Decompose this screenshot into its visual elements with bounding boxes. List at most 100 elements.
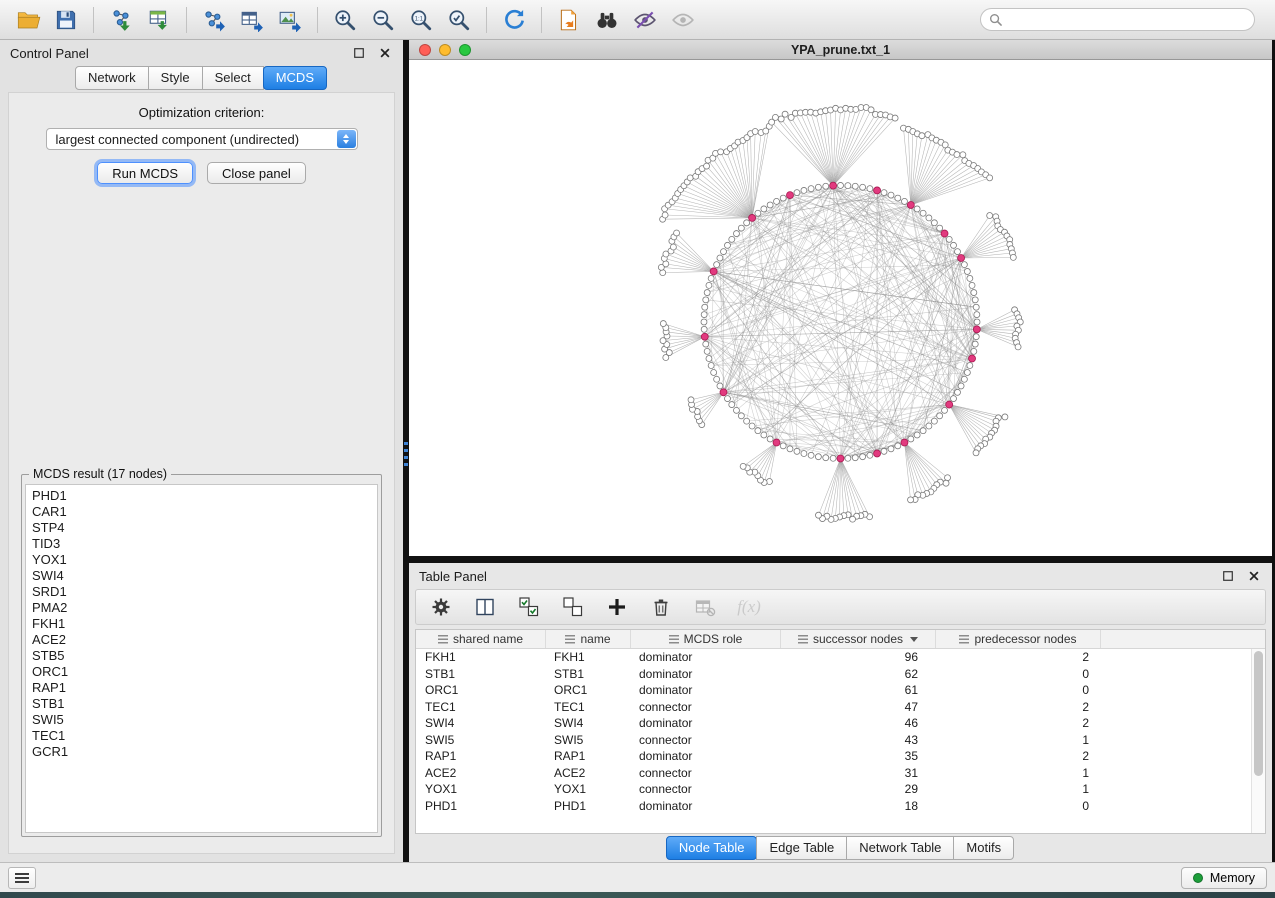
maximize-window-button[interactable] (459, 44, 471, 56)
refresh-view-button[interactable] (496, 4, 532, 36)
create-column-button[interactable] (604, 594, 630, 620)
mcds-result-item[interactable]: TID3 (32, 536, 371, 552)
zoom-out-button[interactable] (365, 4, 401, 36)
tab-network[interactable]: Network (75, 66, 149, 90)
tab-edge-table[interactable]: Edge Table (756, 836, 847, 860)
cell-successor-nodes: 47 (781, 700, 936, 714)
zoom-in-button[interactable] (327, 4, 363, 36)
mcds-result-item[interactable]: STP4 (32, 520, 371, 536)
mcds-result-item[interactable]: SWI4 (32, 568, 371, 584)
cell-successor-nodes: 62 (781, 667, 936, 681)
column-header-predecessor-nodes[interactable]: predecessor nodes (936, 630, 1101, 648)
column-header-mcds-role[interactable]: MCDS role (631, 630, 781, 648)
column-menu-arrow-icon[interactable] (910, 637, 918, 642)
column-header-shared-name[interactable]: shared name (416, 630, 546, 648)
float-panel-button[interactable] (351, 45, 367, 61)
cell-predecessor-nodes: 0 (936, 799, 1101, 813)
refresh-icon (502, 7, 527, 32)
mcds-result-item[interactable]: PHD1 (32, 488, 371, 504)
mcds-result-item[interactable]: PMA2 (32, 600, 371, 616)
horizontal-splitter[interactable] (409, 556, 1272, 563)
table-row[interactable]: TEC1TEC1connector472 (416, 699, 1251, 716)
open-file-button[interactable] (10, 4, 46, 36)
table-row[interactable]: PHD1PHD1dominator180 (416, 798, 1251, 815)
svg-text:1:1: 1:1 (415, 15, 424, 22)
cell-name: SWI4 (546, 716, 631, 730)
tab-select[interactable]: Select (202, 66, 264, 90)
zoom-fit-content-button[interactable] (441, 4, 477, 36)
save-session-button[interactable] (48, 4, 84, 36)
mcds-result-item[interactable]: CAR1 (32, 504, 371, 520)
cell-mcds-role: connector (631, 700, 781, 714)
mcds-result-item[interactable]: ORC1 (32, 664, 371, 680)
export-image-button[interactable] (272, 4, 308, 36)
table-row[interactable]: SWI5SWI5connector431 (416, 732, 1251, 749)
show-columns-button[interactable] (472, 594, 498, 620)
mcds-result-item[interactable]: SWI5 (32, 712, 371, 728)
search-input[interactable] (1008, 9, 1254, 30)
mcds-result-list[interactable]: PHD1CAR1STP4TID3YOX1SWI4SRD1PMA2FKH1ACE2… (25, 484, 378, 833)
delete-column-button[interactable] (648, 594, 674, 620)
table-settings-button[interactable] (428, 594, 454, 620)
table-row[interactable]: ACE2ACE2connector311 (416, 765, 1251, 782)
table-scrollbar[interactable] (1251, 649, 1265, 833)
minimize-window-button[interactable] (439, 44, 451, 56)
mcds-result-item[interactable]: SRD1 (32, 584, 371, 600)
table-row[interactable]: FKH1FKH1dominator962 (416, 649, 1251, 666)
hide-selected-button[interactable] (627, 4, 663, 36)
run-mcds-button[interactable]: Run MCDS (97, 162, 193, 184)
gear-icon (430, 596, 452, 618)
status-menu-button[interactable] (8, 867, 36, 889)
mcds-result-item[interactable]: RAP1 (32, 680, 371, 696)
export-table-button[interactable] (234, 4, 270, 36)
table-row[interactable]: ORC1ORC1dominator610 (416, 682, 1251, 699)
close-window-button[interactable] (419, 44, 431, 56)
column-header-filler (1101, 630, 1251, 648)
cell-name: TEC1 (546, 700, 631, 714)
export-network-button[interactable] (196, 4, 232, 36)
column-header-successor-nodes[interactable]: successor nodes (781, 630, 936, 648)
tab-mcds[interactable]: MCDS (263, 66, 327, 90)
float-table-panel-button[interactable] (1220, 568, 1236, 584)
search-icon (989, 13, 1002, 26)
import-network-button[interactable] (103, 4, 139, 36)
mcds-result-item[interactable]: ACE2 (32, 632, 371, 648)
mcds-result-item[interactable]: YOX1 (32, 552, 371, 568)
mcds-result-item[interactable]: TEC1 (32, 728, 371, 744)
mcds-result-item[interactable]: STB5 (32, 648, 371, 664)
close-table-panel-button[interactable] (1246, 568, 1262, 584)
close-panel-action-button[interactable]: Close panel (207, 162, 306, 184)
criterion-select[interactable]: largest connected component (undirected) (46, 128, 358, 150)
table-row[interactable]: RAP1RAP1dominator352 (416, 748, 1251, 765)
mcds-result-item[interactable]: GCR1 (32, 744, 371, 760)
table-row[interactable]: YOX1YOX1connector291 (416, 781, 1251, 798)
tab-motifs[interactable]: Motifs (953, 836, 1014, 860)
tab-network-table[interactable]: Network Table (846, 836, 954, 860)
cell-mcds-role: dominator (631, 799, 781, 813)
network-canvas[interactable] (409, 60, 1272, 556)
tab-node-table[interactable]: Node Table (666, 836, 758, 860)
mcds-result-item[interactable]: FKH1 (32, 616, 371, 632)
share-document-button[interactable] (551, 4, 587, 36)
unselect-all-columns-button[interactable] (560, 594, 586, 620)
column-header-name[interactable]: name (546, 630, 631, 648)
search-network-button[interactable] (589, 4, 625, 36)
import-table-button[interactable] (141, 4, 177, 36)
zoom-actual-size-button[interactable]: 1:1 (403, 4, 439, 36)
optimization-criterion-label: Optimization criterion: (139, 105, 265, 120)
application-window: 1:1 (0, 0, 1275, 898)
memory-button[interactable]: Memory (1181, 867, 1267, 889)
mcds-tab-content: Optimization criterion: largest connecte… (8, 92, 395, 854)
close-panel-button[interactable] (377, 45, 393, 61)
table-row[interactable]: SWI4SWI4dominator462 (416, 715, 1251, 732)
select-all-columns-button[interactable] (516, 594, 542, 620)
global-search[interactable] (980, 8, 1255, 31)
mcds-buttons: Run MCDS Close panel (97, 162, 305, 184)
mcds-result-item[interactable]: STB1 (32, 696, 371, 712)
close-icon (1248, 570, 1260, 582)
table-row[interactable]: STB1STB1dominator620 (416, 666, 1251, 683)
show-all-button[interactable] (665, 4, 701, 36)
tab-style[interactable]: Style (148, 66, 203, 90)
cell-predecessor-nodes: 2 (936, 700, 1101, 714)
scrollbar-thumb[interactable] (1254, 651, 1263, 776)
